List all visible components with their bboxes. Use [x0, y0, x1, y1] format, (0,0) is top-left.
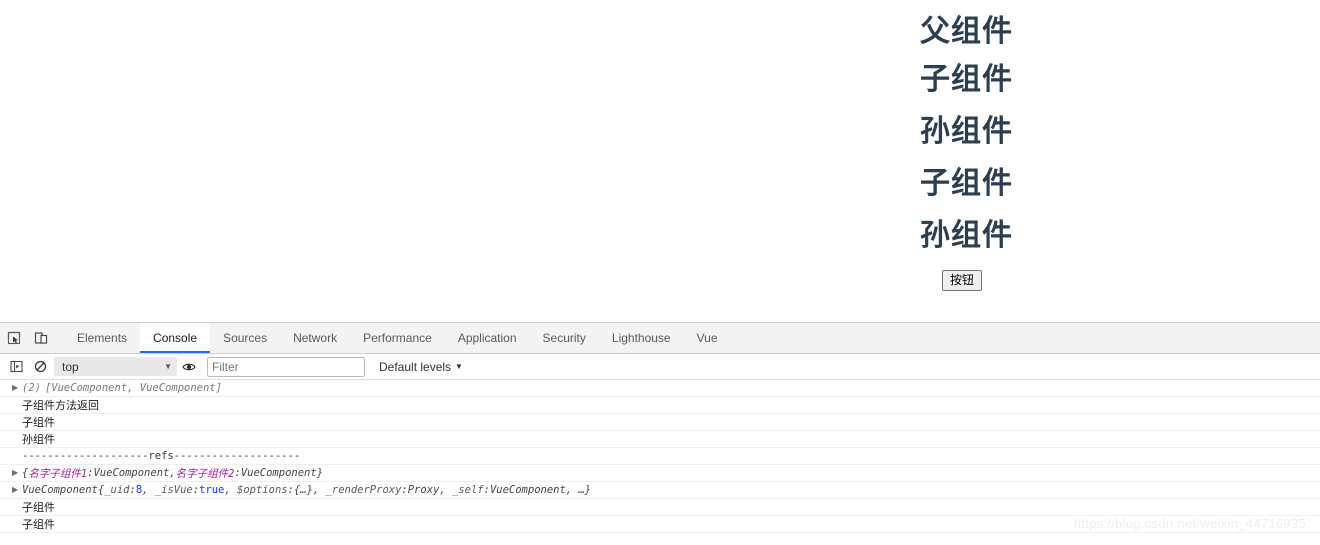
- chevron-down-icon: ▼: [455, 362, 463, 371]
- chevron-down-icon: ▼: [164, 362, 172, 371]
- console-message-row[interactable]: ▶ 子组件: [0, 414, 1320, 431]
- tab-application[interactable]: Application: [445, 323, 530, 353]
- log-text: 子组件: [22, 519, 55, 531]
- inspect-element-icon[interactable]: [0, 323, 27, 353]
- watermark-text: https://blog.csdn.net/weixin_44716935: [1073, 516, 1306, 531]
- button-container: 按钮: [920, 270, 1320, 291]
- tab-security-label: Security: [542, 331, 586, 345]
- object-close-brace: }: [584, 484, 592, 496]
- tab-sources-label: Sources: [223, 331, 268, 345]
- tab-application-label: Application: [457, 331, 517, 345]
- object-comma: ,: [142, 484, 155, 496]
- heading-grandchild-component-1: 孙组件: [920, 115, 1013, 148]
- object-value: VueComponent: [240, 467, 317, 479]
- rendered-page-area: 父组件 子组件 孙组件 子组件 孙组件 按钮: [0, 0, 1320, 322]
- log-text: 子组件方法返回: [22, 400, 99, 412]
- log-levels-label: Default levels: [379, 359, 452, 374]
- tab-elements-label: Elements: [77, 331, 128, 345]
- live-expression-icon[interactable]: [177, 355, 201, 379]
- object-value: {…}: [293, 484, 313, 496]
- console-filter-input[interactable]: [207, 356, 365, 377]
- console-message-row[interactable]: ▶ VueComponent { _uid : 8 , _isVue : tru…: [0, 482, 1320, 499]
- console-message-list: ▶ (2) [VueComponent, VueComponent] ▶ 子组件…: [0, 380, 1320, 533]
- heading-grandchild-component-2: 孙组件: [920, 219, 1013, 252]
- log-text: 孙组件: [22, 434, 55, 446]
- tab-performance[interactable]: Performance: [350, 323, 445, 353]
- tab-performance-label: Performance: [363, 331, 432, 345]
- tab-console[interactable]: Console: [140, 323, 211, 353]
- object-value: VueComponent: [489, 484, 566, 496]
- vue-app-root: 父组件 子组件 孙组件 子组件 孙组件 按钮: [920, 0, 1320, 291]
- object-constructor-name: VueComponent: [22, 484, 98, 496]
- console-message-row[interactable]: ▶ 子组件: [0, 499, 1320, 516]
- log-text: 子组件: [22, 417, 55, 429]
- log-text: 子组件: [22, 502, 55, 514]
- console-message-row[interactable]: ▶ { 名字子组件1 : VueComponent , 名字子组件2 : Vue…: [0, 465, 1320, 482]
- object-comma: ,: [312, 484, 326, 496]
- console-sidebar-icon[interactable]: [4, 355, 28, 379]
- tab-console-label: Console: [153, 331, 198, 345]
- console-message-row[interactable]: ▶ 孙组件: [0, 431, 1320, 448]
- object-key: _isVue: [154, 484, 193, 496]
- devtools-tab-list: Elements Console Sources Network Perform…: [64, 323, 731, 353]
- console-filter-bar: top ▼ Default levels ▼: [0, 354, 1320, 380]
- object-value: Proxy: [407, 484, 440, 496]
- object-key: 名字子组件1: [28, 467, 88, 480]
- tab-vue[interactable]: Vue: [684, 323, 731, 353]
- tab-elements[interactable]: Elements: [64, 323, 140, 353]
- object-close-brace: }: [316, 467, 324, 479]
- object-comma: ,: [439, 484, 452, 496]
- tab-vue-label: Vue: [696, 331, 718, 345]
- heading-child-component-2: 子组件: [920, 167, 1013, 200]
- disclosure-triangle-icon[interactable]: ▶: [12, 383, 22, 393]
- heading-parent-component: 父组件: [920, 15, 1013, 48]
- disclosure-triangle-icon[interactable]: ▶: [12, 468, 22, 478]
- object-key: _uid: [104, 484, 130, 496]
- tab-security[interactable]: Security: [530, 323, 599, 353]
- devtools-panel: Elements Console Sources Network Perform…: [0, 322, 1320, 545]
- console-message-row[interactable]: ▶ (2) [VueComponent, VueComponent]: [0, 380, 1320, 397]
- tab-lighthouse[interactable]: Lighthouse: [599, 323, 684, 353]
- execution-context-select[interactable]: top ▼: [54, 357, 177, 376]
- tab-network-label: Network: [293, 331, 338, 345]
- execution-context-value: top: [62, 359, 79, 374]
- device-toolbar-icon[interactable]: [27, 323, 54, 353]
- devtools-tabbar: Elements Console Sources Network Perform…: [0, 323, 1320, 354]
- action-button[interactable]: 按钮: [942, 270, 983, 291]
- object-key: $options: [237, 484, 288, 496]
- console-message-row[interactable]: ▶ --------------------refs--------------…: [0, 448, 1320, 465]
- object-key: _renderProxy: [325, 484, 402, 496]
- array-length-prefix: (2): [22, 382, 41, 394]
- object-value: true: [199, 484, 225, 496]
- clear-console-icon[interactable]: [28, 355, 52, 379]
- object-comma: ,: [224, 484, 238, 496]
- log-levels-dropdown[interactable]: Default levels ▼: [379, 360, 463, 374]
- log-separator-text: --------------------refs----------------…: [22, 450, 301, 462]
- tab-lighthouse-label: Lighthouse: [611, 331, 671, 345]
- disclosure-triangle-icon[interactable]: ▶: [12, 485, 22, 495]
- console-message-row[interactable]: ▶ 子组件方法返回: [0, 397, 1320, 414]
- object-value: VueComponent: [93, 467, 170, 479]
- object-key: _self: [452, 484, 484, 496]
- tab-network[interactable]: Network: [280, 323, 350, 353]
- tab-sources[interactable]: Sources: [210, 323, 280, 353]
- object-key: 名字子组件2: [175, 467, 235, 480]
- object-comma: ,: [565, 484, 579, 496]
- array-preview: [VueComponent, VueComponent]: [44, 382, 222, 394]
- heading-child-component-1: 子组件: [920, 63, 1013, 96]
